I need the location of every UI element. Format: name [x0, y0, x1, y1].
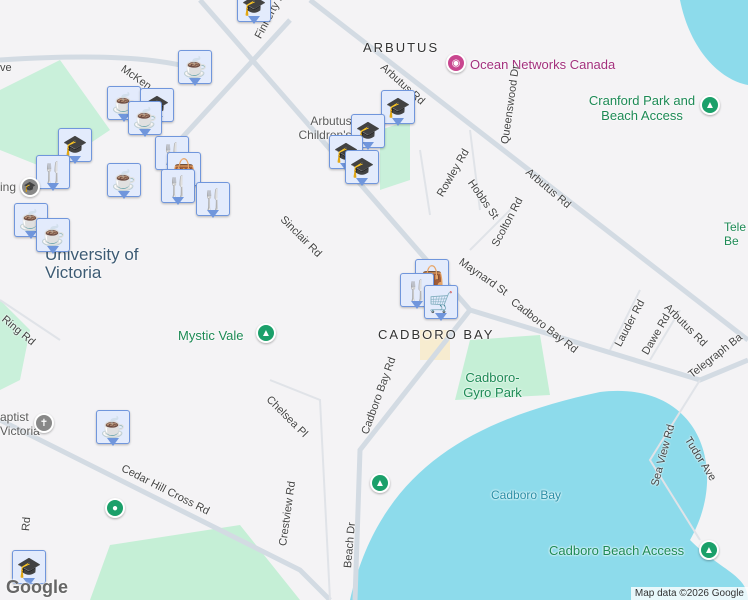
- map-attribution[interactable]: Map data ©2026 Google: [630, 587, 748, 600]
- tree-icon: ▲: [258, 325, 274, 341]
- cafe-marker[interactable]: ☕: [107, 163, 141, 199]
- place-cranford-park[interactable]: Cranford Park and Beach Access: [582, 93, 702, 123]
- cafe-marker[interactable]: ☕: [96, 410, 130, 446]
- coffee-cup-icon: ☕: [182, 56, 208, 79]
- ocean-networks-pin[interactable]: ◉: [446, 53, 466, 73]
- cafe-marker[interactable]: ☕: [128, 101, 162, 137]
- park-area: [0, 60, 110, 170]
- park-pin[interactable]: ▲: [700, 95, 720, 115]
- water-label-cadboro-bay: Cadboro Bay: [491, 488, 562, 502]
- place-mystic-vale[interactable]: Mystic Vale: [178, 328, 244, 343]
- road-label: ve: [0, 62, 12, 74]
- google-logo: Google: [6, 577, 68, 597]
- area-label-arbutus: ARBUTUS: [363, 40, 440, 55]
- place-cadboro-gyro-park[interactable]: Cadboro-Gyro Park: [455, 370, 530, 400]
- coffee-cup-icon: ☕: [111, 169, 137, 192]
- school-pin[interactable]: 🎓: [20, 177, 40, 197]
- place-cadboro-beach-access[interactable]: Cadboro Beach Access: [549, 543, 684, 558]
- dot-icon: ●: [107, 500, 123, 516]
- school-marker[interactable]: 🎓: [381, 90, 415, 126]
- park-pin[interactable]: ▲: [256, 323, 276, 343]
- tree-icon: ▲: [701, 542, 717, 558]
- tree-icon: ▲: [372, 475, 388, 491]
- restaurant-marker[interactable]: 🍴: [196, 182, 230, 218]
- place-ing: ing: [0, 180, 17, 194]
- place-ocean-networks[interactable]: Ocean Networks Canada: [470, 57, 615, 72]
- grocery-marker[interactable]: 🛒: [424, 285, 458, 321]
- tree-icon: ▲: [702, 97, 718, 113]
- coffee-cup-icon: ☕: [100, 416, 126, 439]
- church-pin[interactable]: ✝: [34, 413, 54, 433]
- coffee-cup-icon: ☕: [40, 224, 66, 247]
- graduation-cap-icon: 🎓: [349, 156, 375, 179]
- park-pin[interactable]: ▲: [699, 540, 719, 560]
- park-pin[interactable]: ▲: [370, 473, 390, 493]
- water-body: [680, 0, 748, 85]
- graduation-cap-icon: 🎓: [22, 179, 38, 195]
- restaurant-marker[interactable]: 🍴: [36, 155, 70, 191]
- fork-knife-icon: 🍴: [200, 188, 226, 211]
- coffee-cup-icon: ☕: [132, 107, 158, 130]
- graduation-cap-icon: 🎓: [385, 96, 411, 119]
- cafe-marker[interactable]: ☕: [178, 50, 212, 86]
- restaurant-marker[interactable]: 🍴: [161, 169, 195, 205]
- cross-icon: ✝: [36, 415, 52, 431]
- graduation-cap-icon: 🎓: [241, 0, 267, 17]
- fork-knife-icon: 🍴: [40, 161, 66, 184]
- school-marker[interactable]: 🎓: [345, 150, 379, 186]
- camera-icon: ◉: [448, 55, 464, 71]
- graduation-cap-icon: 🎓: [62, 134, 88, 157]
- fork-knife-icon: 🍴: [165, 175, 191, 198]
- place-telegraph[interactable]: Tele Be: [724, 220, 748, 248]
- road-label: Rd: [20, 516, 34, 532]
- place-pin[interactable]: ●: [105, 498, 125, 518]
- park-area: [90, 525, 300, 600]
- cafe-marker[interactable]: ☕: [36, 218, 70, 254]
- graduation-cap-icon: 🎓: [16, 556, 42, 579]
- area-label-cadboro-bay: CADBORO BAY: [378, 327, 495, 342]
- shopping-cart-icon: 🛒: [428, 291, 454, 314]
- school-marker[interactable]: 🎓: [237, 0, 271, 24]
